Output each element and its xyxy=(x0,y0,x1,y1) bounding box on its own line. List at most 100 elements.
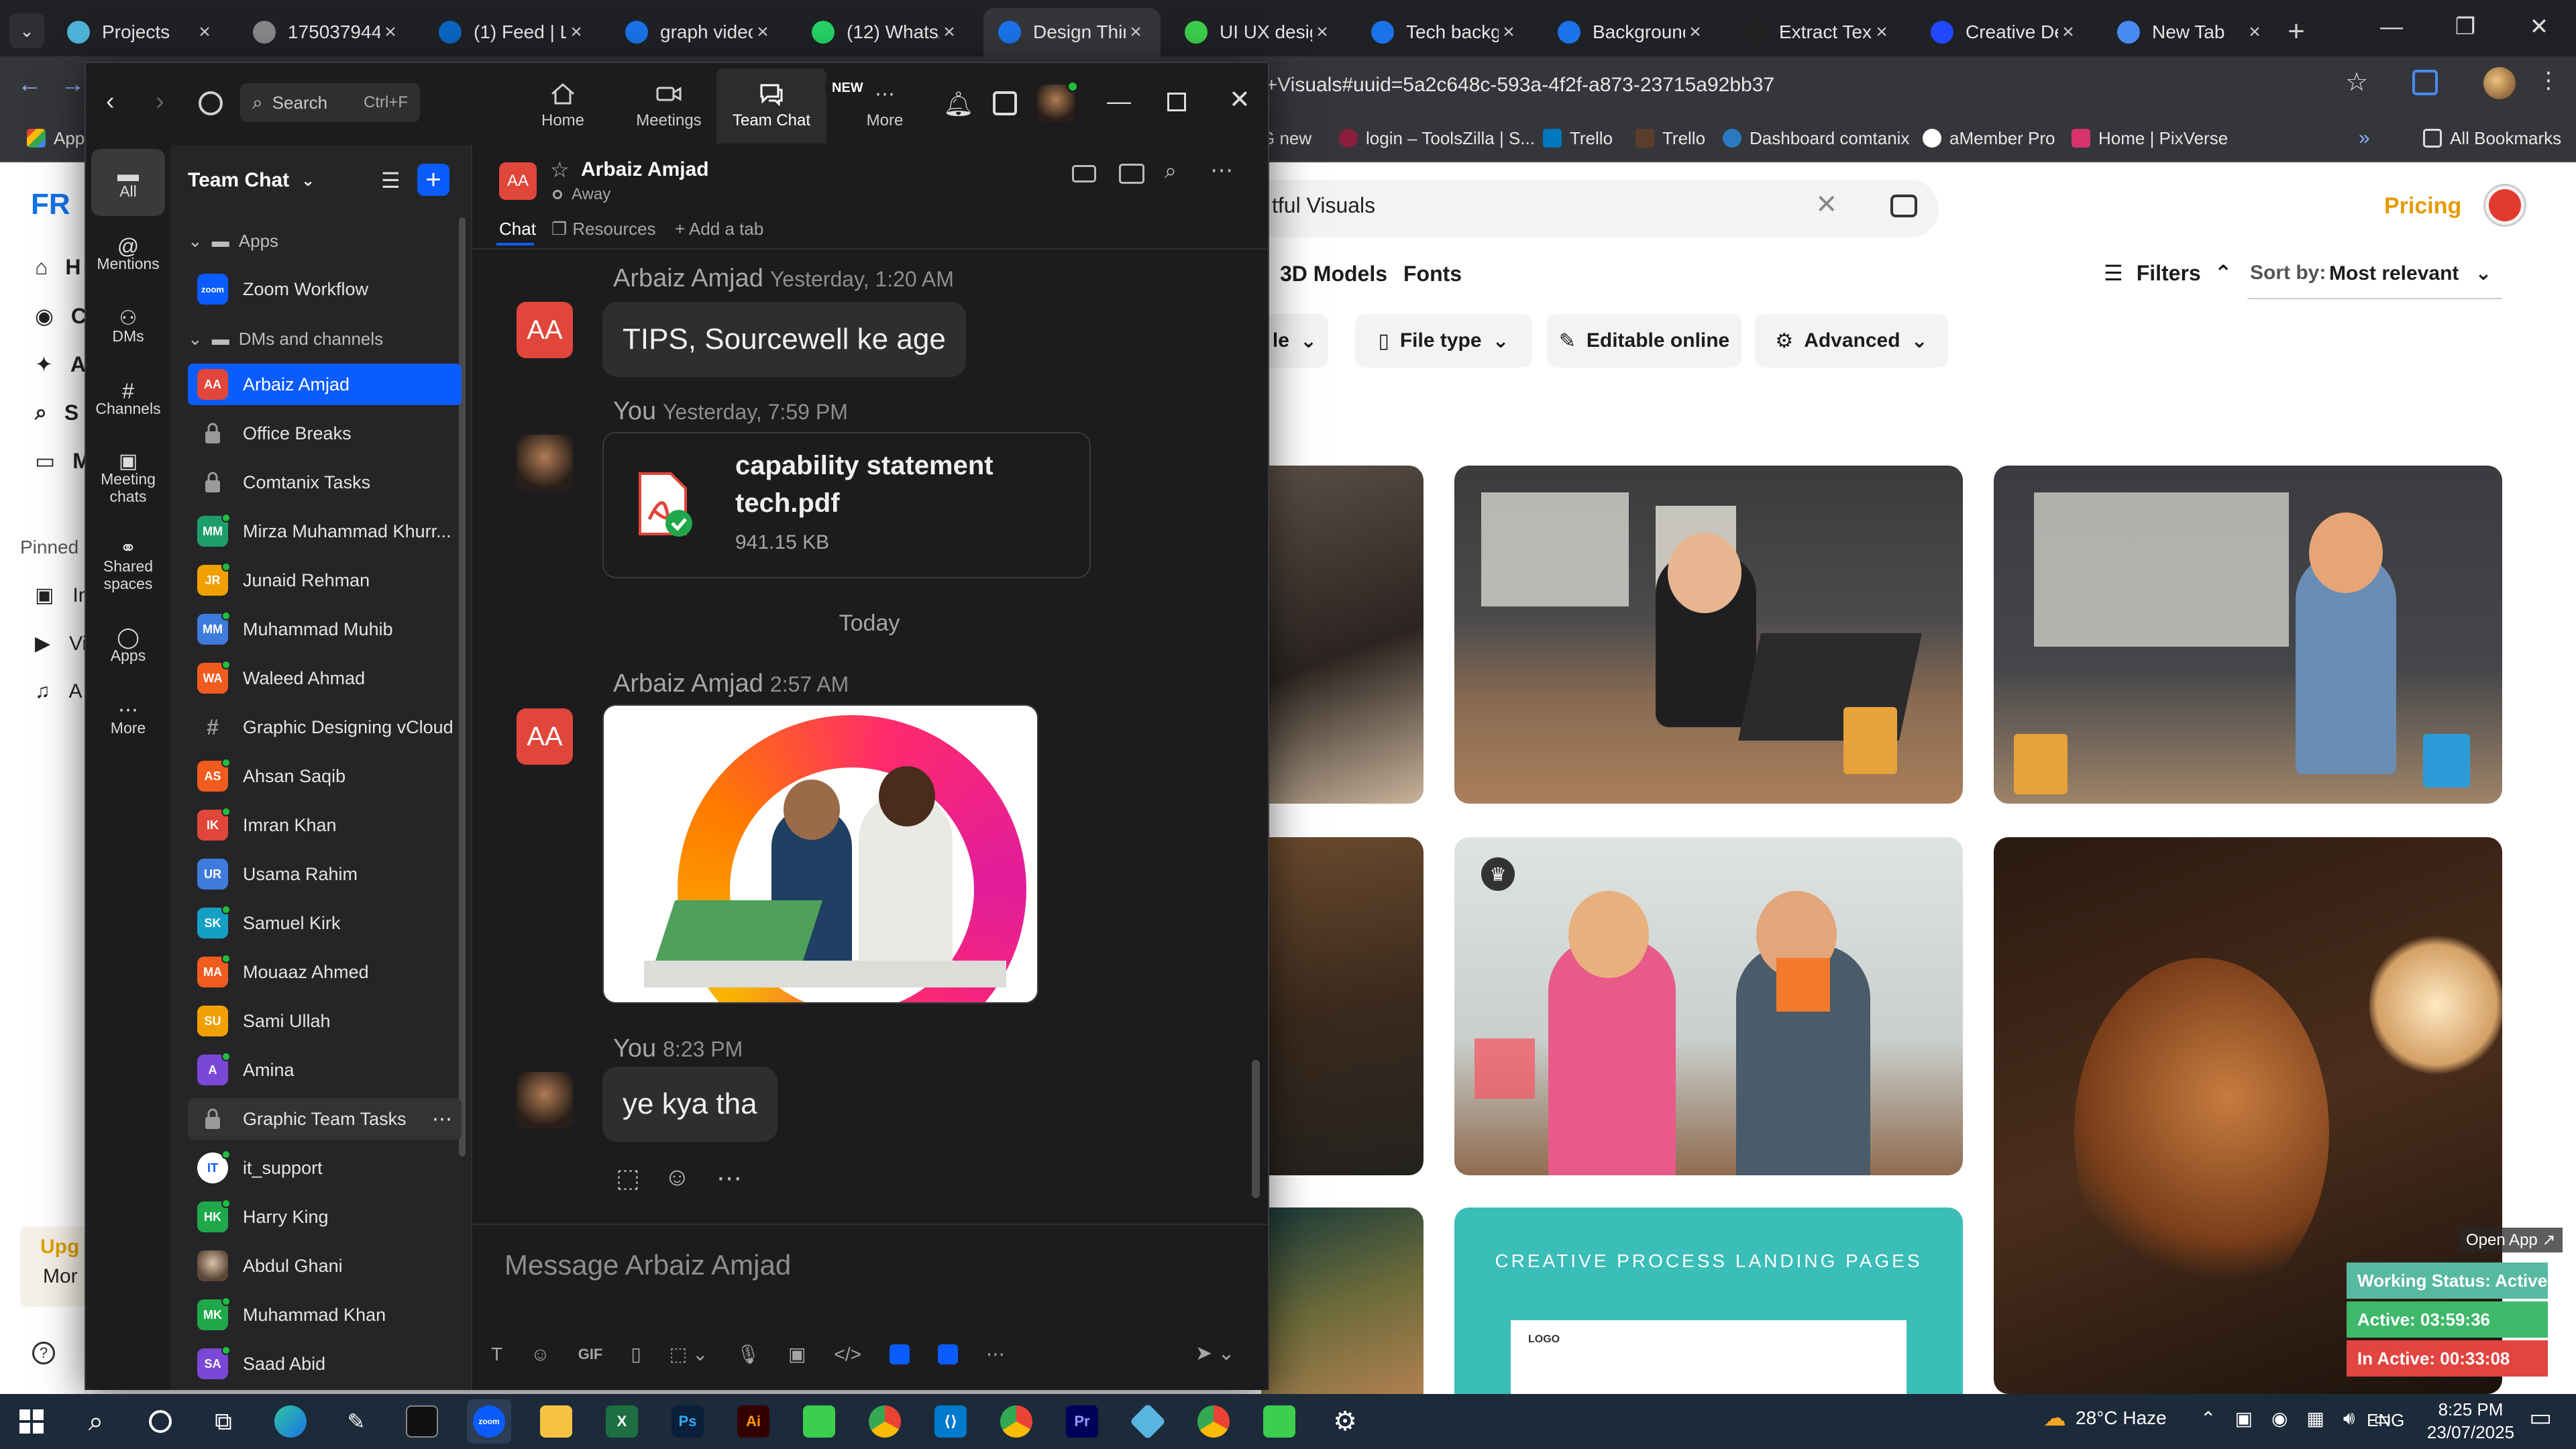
message-more-icon[interactable]: ⋯ xyxy=(716,1163,742,1193)
format-text-icon[interactable]: T xyxy=(491,1344,502,1365)
premiere-icon[interactable]: Pr xyxy=(1060,1399,1104,1444)
reply-icon[interactable]: ⬚ xyxy=(616,1163,640,1193)
microphone-icon[interactable]: 🎙︎ xyxy=(737,1343,761,1365)
tray-chevron-icon[interactable]: ⌃ xyxy=(2200,1407,2216,1430)
rail-apps[interactable]: ◯ Apps xyxy=(91,613,165,680)
sort-dropdown[interactable]: Most relevant ⌄ xyxy=(2329,262,2492,285)
pen-taskbar-icon[interactable]: ✎ xyxy=(334,1399,378,1444)
browser-tab[interactable]: Design Thin × xyxy=(983,8,1161,56)
compose-more-icon[interactable]: ⋯ xyxy=(986,1343,1005,1365)
help-icon[interactable]: ? xyxy=(32,1342,55,1364)
chrome-icon[interactable] xyxy=(863,1399,907,1444)
sidebar-item-contact[interactable]: MK Muhammad Khan xyxy=(188,1294,462,1336)
video-call-icon[interactable] xyxy=(1072,165,1096,182)
start-button[interactable] xyxy=(9,1399,54,1444)
freepik-logo[interactable]: FR xyxy=(31,188,70,221)
filter-chip-license[interactable]: le ⌄ xyxy=(1261,314,1328,368)
camera-search-icon[interactable] xyxy=(1890,195,1917,217)
sidebar-item-contact[interactable]: Graphic Team Tasks ⋯ xyxy=(188,1098,462,1140)
tab-chat[interactable]: Chat xyxy=(499,219,536,239)
gif-icon[interactable]: GIF xyxy=(578,1346,603,1363)
tab-close-icon[interactable]: × xyxy=(1312,21,1332,44)
maximize-icon[interactable]: ❐ xyxy=(2428,0,2502,54)
tab-close-icon[interactable]: × xyxy=(566,21,586,44)
rail-meeting-chats[interactable]: ▣ Meeting chats xyxy=(91,439,165,519)
chrome-icon-2[interactable] xyxy=(1191,1399,1236,1444)
side-nav-m[interactable]: ▭ M xyxy=(35,448,91,474)
send-icon[interactable]: ➤ ⌄ xyxy=(1195,1342,1235,1365)
tab-close-icon[interactable]: × xyxy=(1499,21,1519,44)
zoom-taskbar-icon[interactable]: zoom xyxy=(467,1399,511,1444)
nav-team-chat[interactable]: Team Chat xyxy=(716,68,826,144)
clock-time[interactable]: 8:25 PM xyxy=(2420,1399,2521,1420)
tab-resources[interactable]: ❐ Resources xyxy=(551,219,656,239)
section-apps[interactable]: ⌄ ▬ Apps xyxy=(188,231,278,252)
volume-icon[interactable]: 🔊︎ xyxy=(2343,1407,2355,1430)
zoom-close-icon[interactable]: ✕ xyxy=(1229,85,1250,115)
rail-more[interactable]: ⋯ More xyxy=(91,686,165,753)
illustrator-icon[interactable]: Ai xyxy=(731,1399,775,1444)
bookmark-trello-2[interactable]: Trello xyxy=(1635,114,1705,162)
sidebar-item-contact[interactable]: # Graphic Designing vCloud xyxy=(188,706,462,748)
rail-channels[interactable]: # Channels xyxy=(91,366,165,433)
freepik-search-value[interactable]: tful Visuals xyxy=(1272,193,1375,218)
bookmark-toolszilla[interactable]: login – ToolsZilla | S... xyxy=(1339,114,1535,162)
message-input[interactable]: Message Arbaiz Amjad xyxy=(504,1249,1242,1281)
rail-shared-spaces[interactable]: ⚭ Shared spaces xyxy=(91,526,165,606)
code-icon[interactable]: </> xyxy=(835,1344,861,1365)
tab-close-icon[interactable]: × xyxy=(1126,21,1146,44)
item-more-icon[interactable]: ⋯ xyxy=(432,1108,452,1131)
file-explorer-icon[interactable] xyxy=(534,1399,578,1444)
sidebar-item-contact[interactable]: HK Harry King xyxy=(188,1196,462,1238)
zoom-search[interactable]: ⌕ Search Ctrl+F xyxy=(240,83,420,122)
message-bubble[interactable]: ye kya tha xyxy=(602,1067,777,1142)
browser-tab[interactable]: UI UX desig × xyxy=(1170,8,1347,56)
screenshot-icon[interactable]: ⬚ ⌄ xyxy=(669,1343,708,1365)
rail-dms[interactable]: ⚇ DMs xyxy=(91,294,165,361)
cortana-icon[interactable] xyxy=(138,1399,182,1444)
filter-chip-advanced[interactable]: ⚙ Advanced ⌄ xyxy=(1755,314,1948,368)
emoji-reaction-icon[interactable]: ☺ xyxy=(664,1163,690,1192)
browser-tab[interactable]: graph video × xyxy=(610,8,788,56)
bookmark-trello-1[interactable]: Trello xyxy=(1543,114,1613,162)
profile-avatar[interactable] xyxy=(2483,67,2516,99)
tab-close-icon[interactable]: × xyxy=(1872,21,1892,44)
clear-search-icon[interactable]: ✕ xyxy=(1815,189,1838,220)
network-icon[interactable]: ▦ xyxy=(2306,1407,2324,1430)
tab-search-button[interactable]: ⌄ xyxy=(9,13,44,48)
rail-mentions[interactable]: @ Mentions xyxy=(91,221,165,288)
sidebar-item-contact[interactable]: AA Arbaiz Amjad xyxy=(188,364,462,405)
camera-tray-icon[interactable]: ◉ xyxy=(2271,1407,2288,1430)
tab-close-icon[interactable]: × xyxy=(753,21,773,44)
browser-tab[interactable]: 1750379446× xyxy=(238,8,415,56)
video-message-icon[interactable]: ▣ xyxy=(788,1343,806,1365)
tab-add[interactable]: + Add a tab xyxy=(675,219,763,239)
side-nav-c[interactable]: ◉ C xyxy=(35,303,87,329)
tab-close-icon[interactable]: × xyxy=(380,21,400,44)
search-taskbar-icon[interactable]: ⌕ xyxy=(74,1399,118,1444)
browser-tab[interactable]: (12) WhatsA× xyxy=(797,8,974,56)
url-field[interactable]: l+Visuals#uuid=5a2c648c-593a-4f2f-a873-2… xyxy=(1261,64,2334,106)
app-green-icon[interactable] xyxy=(797,1399,841,1444)
panel-title[interactable]: Team Chat ⌄ xyxy=(188,169,315,192)
tab-close-icon[interactable]: × xyxy=(2058,21,2078,44)
notifications-icon[interactable]: ▭ xyxy=(2529,1403,2552,1432)
tab-fonts[interactable]: Fonts xyxy=(1403,262,1462,286)
emoji-icon[interactable]: ☺ xyxy=(531,1344,550,1365)
chat-scrollbar[interactable] xyxy=(1252,1060,1260,1198)
side-nav-s[interactable]: ⌕ S xyxy=(35,400,78,425)
nav-home[interactable]: Home xyxy=(513,68,613,144)
upgrade-card[interactable]: Upg Mor xyxy=(20,1226,87,1307)
side-nav-a[interactable]: ✦ A xyxy=(35,352,86,377)
result-image-7[interactable] xyxy=(1261,1208,1424,1394)
chat-header-name[interactable]: Arbaiz Amjad xyxy=(581,158,709,181)
share-screen-icon[interactable] xyxy=(1119,164,1144,184)
compose-button[interactable]: + xyxy=(417,164,449,196)
minimize-icon[interactable]: — xyxy=(2355,0,2428,54)
bookmark-amember[interactable]: aMember Pro xyxy=(1923,114,2055,162)
favorite-star-icon[interactable]: ☆ xyxy=(550,157,570,182)
tab-close-icon[interactable]: × xyxy=(2245,21,2265,44)
sidebar-item-contact[interactable]: MM Muhammad Muhib xyxy=(188,608,462,650)
new-tab-button[interactable]: + xyxy=(2279,15,2313,48)
weather-widget[interactable]: ☁ 28°C Haze xyxy=(2043,1405,2167,1432)
